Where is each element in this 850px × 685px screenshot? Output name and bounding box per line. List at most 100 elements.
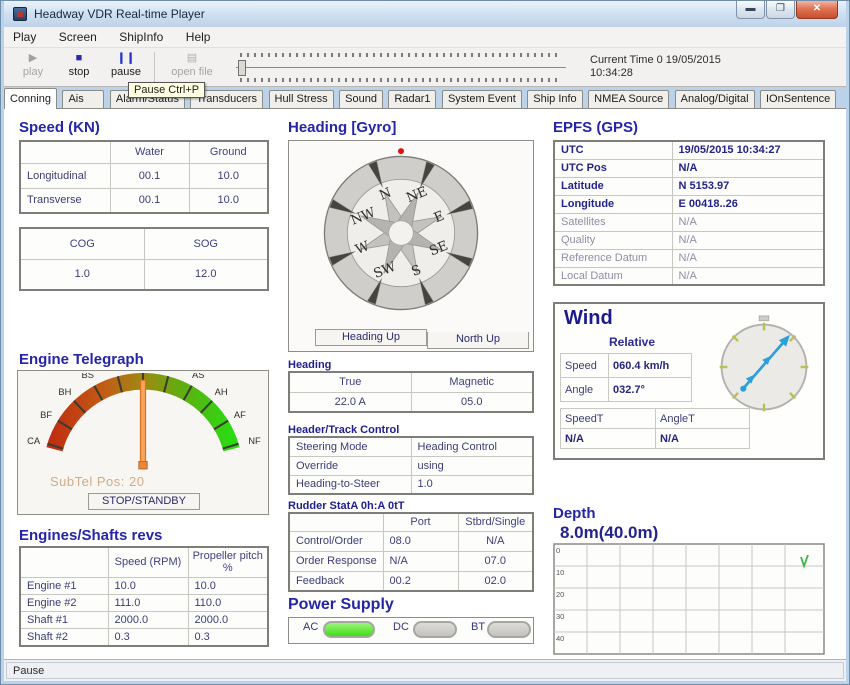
- svg-text:BH: BH: [58, 387, 71, 397]
- menu-screen[interactable]: Screen: [50, 27, 106, 44]
- cog-label: COG: [20, 228, 144, 259]
- north-up-button[interactable]: North Up: [427, 332, 529, 349]
- track-control-table: Steering Mode Heading Control Override u…: [288, 436, 534, 495]
- svg-text:BS: BS: [82, 373, 94, 380]
- table-row: Order Response N/A 07.0: [289, 551, 533, 571]
- rudder-col-stbrd: Stbrd/Single: [458, 513, 533, 531]
- svg-text:AH: AH: [215, 387, 228, 397]
- tab-ship-info[interactable]: Ship Info: [527, 90, 582, 109]
- heading-up-button[interactable]: Heading Up: [315, 329, 427, 346]
- ac-indicator: [323, 621, 375, 638]
- wind-relative-table: Speed 060.4 km/h Angle 032.7°: [560, 353, 692, 402]
- cog-sog-table: COG SOG 1.0 12.0: [19, 227, 269, 291]
- tab-system-event[interactable]: System Event: [442, 90, 522, 109]
- pause-tooltip: Pause Ctrl+P: [128, 82, 205, 98]
- slider-ticks-top: [240, 53, 562, 57]
- table-row: Steering Mode Heading Control: [289, 437, 533, 456]
- engine-telegraph-panel: CA BF BH BS BD ST AD AS AH AF NF: [17, 370, 269, 515]
- app-window: Headway VDR Real-time Player ▬ ❐ ✕ Play …: [0, 0, 850, 685]
- engines-col-speed: Speed (RPM): [108, 547, 188, 577]
- wind-speedt-value: N/A: [561, 429, 656, 449]
- table-row: Longitudinal 00.1 10.0: [20, 163, 268, 188]
- table-row: Quality N/A: [554, 231, 824, 249]
- minimize-button[interactable]: ▬: [736, 1, 765, 19]
- tab-analog-digital[interactable]: Analog/Digital: [675, 90, 755, 109]
- table-row: Angle 032.7°: [561, 378, 692, 402]
- tab-conning[interactable]: Conning: [4, 88, 57, 109]
- timeline-slider[interactable]: [236, 53, 566, 82]
- table-row: Engine #1 10.0 10.0: [20, 577, 268, 594]
- menu-help[interactable]: Help: [177, 27, 220, 44]
- table-row: Shaft #1 2000.0 2000.0: [20, 611, 268, 628]
- sog-value: 12.0: [144, 259, 268, 290]
- pause-icon: ❙❙: [103, 51, 149, 66]
- svg-text:AF: AF: [234, 410, 246, 420]
- heading-true-label: True: [289, 372, 411, 392]
- table-row: N/A N/A: [561, 429, 750, 449]
- speed-title: Speed (KN): [19, 119, 100, 136]
- tab-hull-stress[interactable]: Hull Stress: [269, 90, 334, 109]
- slider-track[interactable]: [236, 67, 566, 68]
- speed-col-water: Water: [110, 141, 189, 163]
- table-row: Satellites N/A: [554, 213, 824, 231]
- play-button[interactable]: ▶ play: [10, 51, 56, 84]
- open-file-button[interactable]: ▤ open file: [162, 51, 222, 84]
- speed-table: Water Ground Longitudinal 00.1 10.0 Tran…: [19, 140, 269, 214]
- table-row: Local Datum N/A: [554, 267, 824, 285]
- open-file-label: open file: [162, 66, 222, 78]
- menu-play[interactable]: Play: [4, 27, 45, 44]
- engines-col-pitch: Propeller pitch %: [188, 547, 268, 577]
- slider-handle[interactable]: [238, 60, 246, 76]
- heading-magnetic-label: Magnetic: [411, 372, 533, 392]
- menu-bar: Play Screen ShipInfo Help: [4, 27, 846, 48]
- table-row: Override using: [289, 456, 533, 475]
- menu-shipinfo[interactable]: ShipInfo: [110, 27, 172, 44]
- table-row: UTC Pos N/A: [554, 159, 824, 177]
- stop-icon: ■: [56, 51, 102, 66]
- wind-relative-label: Relative: [577, 335, 687, 349]
- current-time-date: Current Time 0 19/05/2015: [590, 54, 721, 67]
- maximize-button[interactable]: ❐: [766, 1, 795, 19]
- telegraph-scale-label: CA: [27, 436, 41, 446]
- current-time-clock: 10:34:28: [590, 67, 721, 80]
- wind-panel: Wind Relative Speed 060.4 km/h Angle 032…: [553, 302, 825, 460]
- svg-text:20: 20: [556, 590, 564, 599]
- power-supply-panel: AC DC BT: [288, 617, 534, 644]
- pause-button[interactable]: ❙❙ pause: [103, 51, 149, 84]
- dc-indicator: [413, 621, 457, 638]
- bt-indicator: [487, 621, 531, 638]
- heading-table: True Magnetic 22.0 A 05.0: [288, 371, 534, 413]
- rudder-table: Port Stbrd/Single Control/Order 08.0 N/A…: [288, 512, 534, 592]
- tab-radar1[interactable]: Radar1: [388, 90, 436, 109]
- svg-text:NF: NF: [248, 436, 261, 446]
- stop-button[interactable]: ■ stop: [56, 51, 102, 84]
- status-text: Pause: [6, 662, 844, 679]
- speed-col-ground: Ground: [189, 141, 268, 163]
- cog-value: 1.0: [20, 259, 144, 290]
- close-button[interactable]: ✕: [796, 1, 838, 19]
- tab-ionsentence[interactable]: IOnSentence: [760, 90, 836, 109]
- wind-speed-value: 060.4 km/h: [609, 354, 692, 378]
- subtel-pos-label: SubTel Pos: 20: [50, 474, 144, 489]
- table-row: UTC 19/05/2015 10:34:27: [554, 141, 824, 159]
- tab-ais[interactable]: Ais: [62, 90, 104, 109]
- svg-text:30: 30: [556, 612, 564, 621]
- ac-label: AC: [303, 621, 318, 633]
- rudder-title: Rudder StatA 0h:A 0tT: [288, 500, 405, 512]
- epfs-title: EPFS (GPS): [553, 119, 638, 136]
- track-control-title: Header/Track Control: [288, 424, 399, 436]
- stop-standby-button[interactable]: STOP/STANDBY: [88, 493, 200, 510]
- svg-text:40: 40: [556, 634, 564, 643]
- depth-value: 8.0m(40.0m): [560, 523, 658, 543]
- table-row: Transverse 00.1 10.0: [20, 188, 268, 213]
- table-row: Heading-to-Steer 1.0: [289, 475, 533, 494]
- wind-title: Wind: [564, 307, 613, 330]
- tab-sound[interactable]: Sound: [339, 90, 383, 109]
- table-row: Speed 060.4 km/h: [561, 354, 692, 378]
- table-row: Latitude N 5153.97: [554, 177, 824, 195]
- power-supply-title: Power Supply: [288, 596, 394, 614]
- app-icon: [13, 7, 27, 21]
- engine-telegraph-title: Engine Telegraph: [19, 351, 144, 368]
- bt-label: BT: [471, 621, 485, 633]
- tab-nmea-source[interactable]: NMEA Source: [588, 90, 669, 109]
